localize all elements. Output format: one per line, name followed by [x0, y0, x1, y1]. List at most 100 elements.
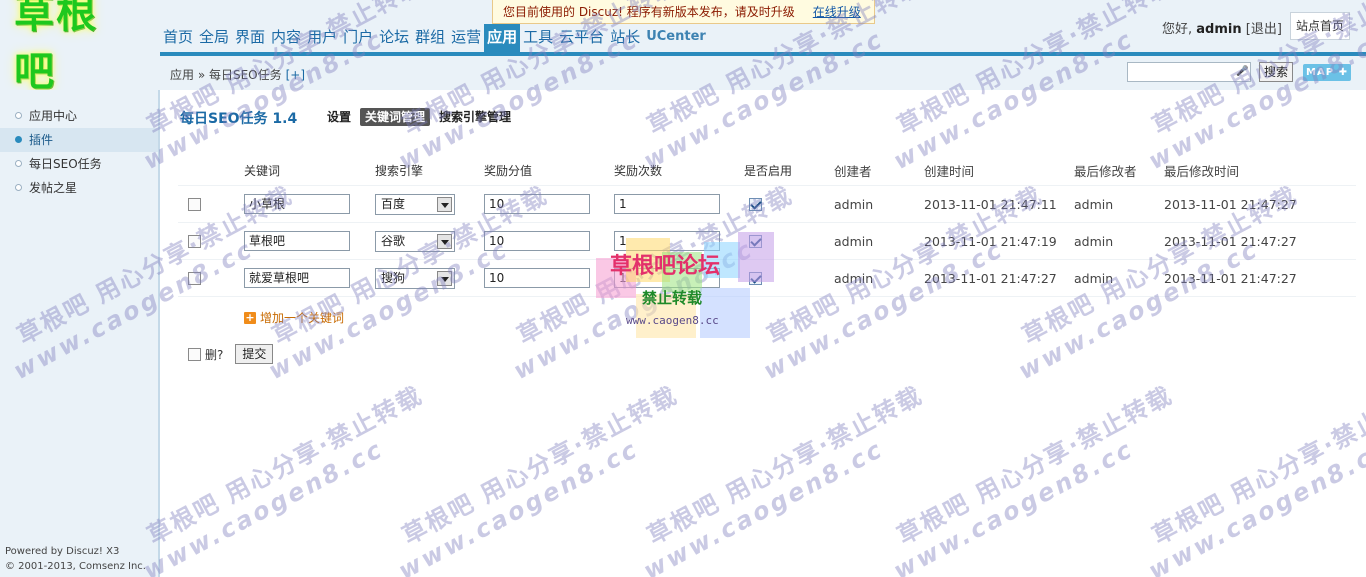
col-creator: 创建者	[834, 164, 872, 179]
breadcrumb-add-link[interactable]: [+]	[286, 68, 305, 82]
upgrade-link[interactable]: 在线升级	[813, 5, 861, 19]
keyword-table: 关键词 搜索引擎 奖励分值 奖励次数 是否启用 创建者 创建时间 最后修改者 最…	[178, 156, 1356, 297]
table-header: 关键词 搜索引擎 奖励分值 奖励次数 是否启用 创建者 创建时间 最后修改者 最…	[178, 156, 1356, 186]
username: admin	[1196, 22, 1242, 37]
bullet-icon	[15, 184, 22, 191]
created-cell: 2013-11-01 21:47:19	[924, 233, 1057, 249]
breadcrumb-text: 应用 » 每日SEO任务	[170, 68, 282, 82]
sidebar-item-daily-seo[interactable]: 每日SEO任务	[0, 152, 158, 176]
nav-item-4[interactable]: 用户	[304, 24, 340, 52]
nav-item-2[interactable]: 界面	[232, 24, 268, 52]
sidebar-item-label: 每日SEO任务	[29, 157, 102, 171]
keyword-input[interactable]: 草根吧	[244, 231, 350, 251]
keyword-input[interactable]: 就爱草根吧	[244, 268, 350, 288]
modifier-cell: admin	[1074, 196, 1114, 212]
map-plus-icon: ✚	[1338, 67, 1348, 78]
sidebar-item-label: 应用中心	[29, 109, 78, 123]
keyword-input[interactable]: 小草根	[244, 194, 350, 214]
user-greeting: 您好, admin [退出]	[1162, 18, 1282, 37]
greeting-text: 您好,	[1162, 22, 1193, 37]
row-select-checkbox[interactable]	[188, 234, 201, 248]
sidebar-item-app-center[interactable]: 应用中心	[0, 104, 158, 128]
tab-engine-management[interactable]: 搜索引擎管理	[434, 108, 516, 126]
nav-item-11[interactable]: 云平台	[556, 24, 607, 52]
logout-link[interactable]: [退出]	[1246, 22, 1282, 37]
enabled-checkbox[interactable]	[749, 234, 762, 248]
nav-item-9[interactable]: 应用	[484, 24, 521, 52]
sidebar-item-label: 发帖之星	[29, 181, 78, 195]
bullet-icon	[15, 136, 22, 143]
delete-row: 删? 提交	[188, 344, 274, 364]
row-select-checkbox[interactable]	[188, 197, 201, 211]
nav-item-1[interactable]: 全局	[196, 24, 232, 52]
nav-item-0[interactable]: 首页	[160, 24, 196, 52]
col-modifier: 最后修改者	[1074, 164, 1137, 179]
microphone-icon[interactable]: 🎤	[1236, 66, 1248, 78]
footer-copy: © 2001-2013, Comsenz Inc.	[5, 561, 146, 572]
nav-item-10[interactable]: 工具	[520, 24, 556, 52]
enabled-checkbox[interactable]	[749, 197, 762, 211]
points-input[interactable]: 10	[484, 231, 590, 251]
col-keyword: 关键词	[244, 164, 281, 178]
engine-select[interactable]: 谷歌	[375, 230, 455, 252]
col-count: 奖励次数	[614, 164, 663, 178]
add-keyword-link[interactable]: + 增加一个关键词	[244, 309, 344, 326]
col-enabled: 是否启用	[744, 164, 793, 178]
map-label: MAP	[1306, 67, 1335, 78]
modified-cell: 2013-11-01 21:47:27	[1164, 233, 1297, 249]
bullet-icon	[15, 112, 22, 119]
count-input[interactable]: 1	[614, 194, 720, 214]
tab-keyword-management[interactable]: 关键词管理	[360, 108, 431, 126]
points-input[interactable]: 10	[484, 194, 590, 214]
footer-powered: Powered by Discuz! X3	[5, 546, 120, 557]
add-icon: +	[244, 310, 256, 324]
tab-settings[interactable]: 设置	[322, 108, 356, 126]
table-body: 小草根 百度 10 1 admin 2013-11-01 21:47:11 admin 201…	[178, 186, 1356, 297]
delete-all-checkbox[interactable]	[188, 347, 201, 361]
tab-bar: 设置 关键词管理 搜索引擎管理	[322, 108, 516, 126]
col-created: 创建时间	[924, 164, 975, 179]
upgrade-notice: 您目前使用的 Discuz! 程序有新版本发布，请及时升级 在线升级	[492, 0, 875, 24]
modifier-cell: admin	[1074, 233, 1114, 249]
engine-select[interactable]: 百度	[375, 193, 455, 215]
search-input[interactable]	[1127, 62, 1251, 82]
page-title: 每日SEO任务 1.4	[180, 111, 298, 127]
nav-item-13[interactable]: UCenter	[643, 24, 709, 52]
modifier-cell: admin	[1074, 270, 1114, 286]
nav-item-5[interactable]: 门户	[340, 24, 376, 52]
sidebar-item-post-star[interactable]: 发帖之星	[0, 176, 158, 200]
enabled-checkbox[interactable]	[749, 271, 762, 285]
sidebar-menu: 应用中心 插件 每日SEO任务 发帖之星	[0, 104, 158, 200]
count-input[interactable]: 1	[614, 268, 720, 288]
sidebar-item-plugins[interactable]: 插件	[0, 128, 158, 152]
engine-value: 百度	[381, 196, 406, 211]
footer-copyright: Powered by Discuz! X3 © 2001-2013, Comse…	[5, 544, 146, 574]
table-row: 小草根 百度 10 1 admin 2013-11-01 21:47:11 admin 201…	[178, 186, 1356, 223]
row-select-checkbox[interactable]	[188, 271, 201, 285]
col-points: 奖励分值	[484, 164, 533, 178]
nav-item-12[interactable]: 站长	[607, 24, 643, 52]
col-engine: 搜索引擎	[375, 164, 424, 178]
nav-underline	[160, 52, 1366, 56]
nav-item-7[interactable]: 群组	[412, 24, 448, 52]
search-button[interactable]: 搜索	[1259, 62, 1293, 82]
site-home-button[interactable]: 站点首页	[1290, 12, 1350, 40]
delete-label: 删?	[205, 347, 224, 362]
nav-item-6[interactable]: 论坛	[376, 24, 412, 52]
creator-cell: admin	[834, 196, 874, 212]
engine-select[interactable]: 搜狗	[375, 267, 455, 289]
nav-item-3[interactable]: 内容	[268, 24, 304, 52]
submit-button[interactable]: 提交	[235, 344, 274, 364]
site-logo[interactable]: 草根吧	[14, 0, 134, 95]
count-input[interactable]: 1	[614, 231, 720, 251]
sidebar-item-label: 插件	[29, 133, 54, 147]
main-panel: 每日SEO任务 1.4 设置 关键词管理 搜索引擎管理 关键词 搜索引擎 奖励分…	[162, 90, 1366, 577]
creator-cell: admin	[834, 270, 874, 286]
created-cell: 2013-11-01 21:47:11	[924, 196, 1057, 212]
engine-value: 谷歌	[381, 233, 406, 248]
engine-value: 搜狗	[381, 270, 406, 285]
map-button[interactable]: MAP ✚	[1303, 64, 1351, 81]
chevron-down-icon	[437, 233, 452, 249]
points-input[interactable]: 10	[484, 268, 590, 288]
nav-item-8[interactable]: 运营	[448, 24, 484, 52]
